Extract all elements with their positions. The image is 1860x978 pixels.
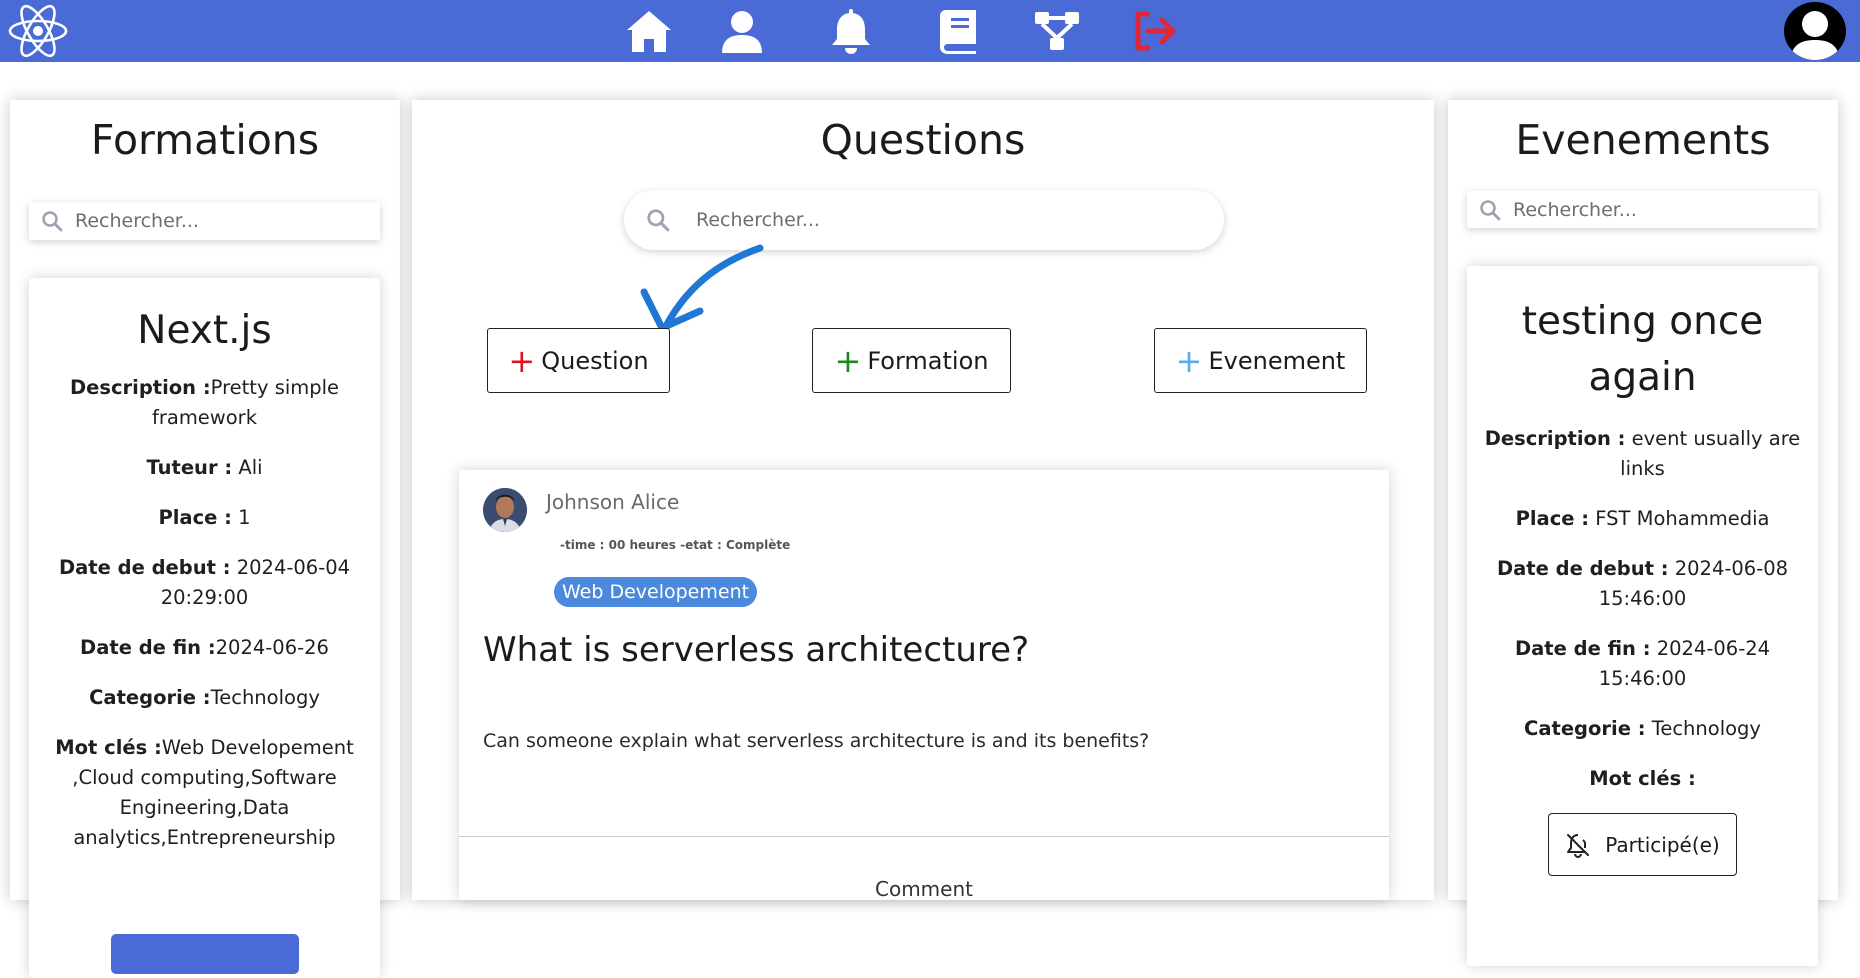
book-icon[interactable]	[934, 6, 984, 56]
post-tag[interactable]: Web Developement	[554, 577, 758, 607]
formation-title: Next.js	[137, 308, 272, 353]
plus-icon: +	[834, 341, 862, 380]
search-icon	[647, 209, 670, 232]
evenements-search[interactable]	[1467, 191, 1818, 228]
evenement-date-fin: Date de fin : 2024-06-24 15:46:00	[1514, 637, 1771, 690]
question-post-card: Johnson Alice -time : 00 heures -etat : …	[459, 470, 1389, 901]
post-meta: -time : 00 heures -etat : Complète	[560, 538, 791, 552]
evenements-title: Evenements	[1515, 116, 1771, 164]
formation-card: Next.js Description :Pretty simple frame…	[29, 278, 380, 978]
formations-search-input[interactable]	[73, 209, 380, 233]
formation-description: Description :Pretty simple framework	[69, 376, 340, 429]
evenement-title: testing once again	[1521, 299, 1764, 400]
user-icon[interactable]	[717, 6, 767, 56]
formation-categorie: Categorie :Technology	[89, 686, 320, 709]
annotation-arrow-icon	[640, 244, 764, 332]
formations-panel: Formations Next.js Description :Pretty s…	[10, 100, 400, 978]
evenement-description: Description : event usually are links	[1484, 427, 1801, 480]
atom-logo-icon[interactable]	[6, 2, 70, 60]
author-name[interactable]: Johnson Alice	[546, 490, 679, 514]
bell-icon[interactable]	[826, 6, 876, 56]
sitemap-icon[interactable]	[1032, 6, 1082, 56]
questions-title: Questions	[820, 116, 1026, 164]
add-evenement-button[interactable]: + Evenement	[1154, 328, 1367, 393]
user-avatar-icon[interactable]	[1784, 2, 1846, 60]
logout-icon[interactable]	[1130, 6, 1180, 56]
questions-panel: Questions + Question + Formation + Evene…	[412, 100, 1434, 901]
comment-button[interactable]: Comment	[459, 877, 1389, 901]
evenement-place: Place : FST Mohammedia	[1515, 507, 1770, 530]
evenements-search-input[interactable]	[1511, 197, 1818, 222]
add-question-button[interactable]: + Question	[487, 328, 670, 393]
formation-date-fin: Date de fin :2024-06-26	[80, 636, 329, 659]
add-formation-button[interactable]: + Formation	[812, 328, 1011, 393]
post-title[interactable]: What is serverless architecture?	[483, 630, 1029, 670]
evenement-card: testing once again Description : event u…	[1467, 266, 1818, 966]
questions-search-input[interactable]	[694, 208, 1224, 232]
post-divider	[459, 836, 1389, 837]
formation-action-button[interactable]	[111, 934, 299, 974]
author-avatar[interactable]	[483, 488, 527, 532]
formation-mot-cles: Mot clés :Web Developement ,Cloud comput…	[55, 736, 354, 849]
evenements-panel: Evenements testing once again Descriptio…	[1448, 100, 1838, 966]
formations-title: Formations	[90, 116, 320, 164]
formations-search[interactable]	[29, 202, 380, 240]
bell-slash-icon	[1567, 833, 1590, 858]
participe-button[interactable]: Participé(e)	[1548, 813, 1737, 876]
search-icon	[1480, 199, 1501, 220]
search-icon	[42, 211, 63, 232]
evenement-date-debut: Date de debut : 2024-06-08 15:46:00	[1496, 557, 1789, 610]
post-body: Can someone explain what serverless arch…	[483, 730, 1150, 752]
formation-date-debut: Date de debut : 2024-06-04 20:29:00	[58, 556, 351, 609]
home-icon[interactable]	[624, 6, 674, 56]
evenement-mot-cles: Mot clés :	[1589, 767, 1696, 790]
evenement-categorie: Categorie : Technology	[1524, 717, 1761, 740]
top-navbar	[0, 0, 1860, 62]
formation-tuteur: Tuteur : Ali	[146, 456, 263, 479]
formation-place: Place : 1	[158, 506, 251, 529]
plus-icon: +	[1175, 341, 1203, 380]
plus-icon: +	[508, 341, 536, 380]
